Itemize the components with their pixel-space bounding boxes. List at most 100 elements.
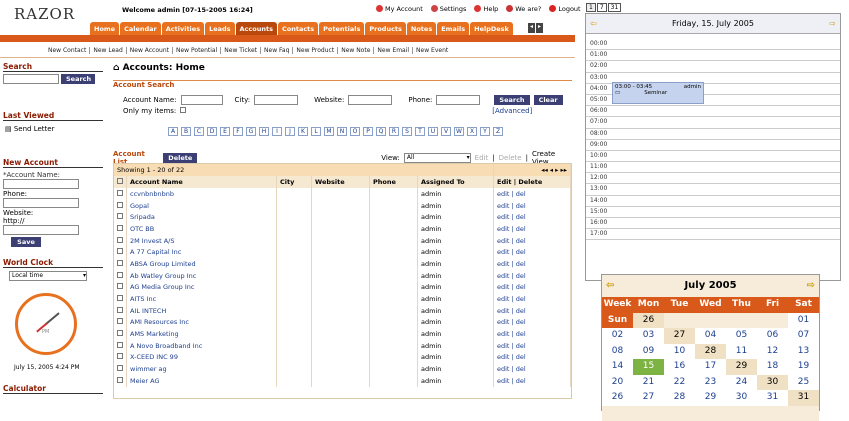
account-name-link[interactable]: ABSA Group Limited <box>127 258 277 270</box>
row-checkbox[interactable] <box>117 307 123 313</box>
day-cell[interactable]: 27 <box>633 390 664 406</box>
account-name-link[interactable]: Meier AG <box>127 375 277 387</box>
col-assigned-to[interactable]: Assigned To <box>418 176 494 188</box>
only-my-items-checkbox[interactable] <box>180 107 186 113</box>
row-checkbox[interactable] <box>117 272 123 278</box>
letter-filter-o[interactable]: O <box>350 127 360 136</box>
tab-helpdesk[interactable]: HelpDesk <box>470 22 513 35</box>
day-cell[interactable]: 05 <box>726 328 757 344</box>
edit-delete-links[interactable]: edit | del <box>494 270 571 282</box>
table-row[interactable]: Gopaladminedit | del <box>114 200 571 212</box>
tab-contacts[interactable]: Contacts <box>278 22 318 35</box>
row-checkbox[interactable] <box>117 330 123 336</box>
tab-emails[interactable]: Emails <box>437 22 469 35</box>
day-cell[interactable]: 08 <box>602 344 633 360</box>
tab-home[interactable]: Home <box>90 22 119 35</box>
day-cell[interactable]: 15 <box>633 359 664 375</box>
row-checkbox[interactable] <box>117 202 123 208</box>
account-name-field[interactable] <box>3 179 79 189</box>
letter-filter-n[interactable]: N <box>337 127 347 136</box>
row-checkbox[interactable] <box>117 225 123 231</box>
my-account-link[interactable]: My Account <box>376 5 423 13</box>
hour-slot[interactable]: 16:00 <box>586 218 840 229</box>
new-email-link[interactable]: New Email <box>374 47 413 54</box>
letter-filter-d[interactable]: D <box>207 127 217 136</box>
delete-view-link[interactable]: Delete <box>499 154 522 162</box>
letter-filter-g[interactable]: G <box>246 127 256 136</box>
tab-scroll-left-icon[interactable]: ◂ <box>528 23 535 33</box>
edit-delete-links[interactable]: edit | del <box>494 305 571 317</box>
table-row[interactable]: AMS Marketingadminedit | del <box>114 328 571 340</box>
day-cell[interactable]: 06 <box>757 328 788 344</box>
day-cell[interactable]: 29 <box>695 390 726 406</box>
letter-filter-b[interactable]: B <box>181 127 191 136</box>
letter-filter-y[interactable]: Y <box>480 127 490 136</box>
event-seminar[interactable]: 03:00 - 03:45admin▭Seminar <box>612 82 704 104</box>
account-name-link[interactable]: Sripada <box>127 211 277 223</box>
row-checkbox[interactable] <box>117 342 123 348</box>
letter-filter-s[interactable]: S <box>402 127 412 136</box>
tab-calendar[interactable]: Calendar <box>120 22 161 35</box>
sidebar-search-button[interactable]: Search <box>61 74 95 84</box>
save-button[interactable]: Save <box>11 237 41 247</box>
phone-search-field[interactable] <box>436 95 480 105</box>
letter-filter-l[interactable]: L <box>311 127 321 136</box>
we-are-link[interactable]: We are? <box>506 5 541 13</box>
table-row[interactable]: AITS Incadminedit | del <box>114 293 571 305</box>
row-checkbox[interactable] <box>117 353 123 359</box>
hour-slot[interactable]: 07:00 <box>586 117 840 128</box>
delete-button[interactable]: Delete <box>163 153 197 163</box>
day-cell[interactable]: 24 <box>726 375 757 391</box>
letter-filter-e[interactable]: E <box>220 127 230 136</box>
hour-slot[interactable]: 12:00 <box>586 173 840 184</box>
row-checkbox[interactable] <box>117 377 123 383</box>
new-faq-link[interactable]: New Faq <box>261 47 293 54</box>
account-name-link[interactable]: AG Media Group Inc <box>127 282 277 294</box>
day-cell[interactable]: 12 <box>757 344 788 360</box>
day-cell[interactable]: 18 <box>757 359 788 375</box>
letter-filter-a[interactable]: A <box>168 127 178 136</box>
edit-delete-links[interactable]: edit | del <box>494 200 571 212</box>
letter-filter-x[interactable]: X <box>467 127 477 136</box>
edit-delete-links[interactable]: edit | del <box>494 246 571 258</box>
hour-slot[interactable]: 10:00 <box>586 151 840 162</box>
hour-slot[interactable]: 14:00 <box>586 196 840 207</box>
account-name-link[interactable]: OTC BB <box>127 223 277 235</box>
letter-filter-w[interactable]: W <box>454 127 464 136</box>
edit-delete-links[interactable]: edit | del <box>494 317 571 329</box>
day-cell[interactable]: 11 <box>726 344 757 360</box>
hour-slot[interactable]: 09:00 <box>586 140 840 151</box>
website-field[interactable] <box>3 225 79 235</box>
day-cell[interactable]: 19 <box>788 359 819 375</box>
table-row[interactable]: AG Media Group Incadminedit | del <box>114 282 571 294</box>
phone-field[interactable] <box>3 198 79 208</box>
advanced-search-link[interactable]: [Advanced] <box>492 107 532 115</box>
tab-accounts[interactable]: Accounts <box>236 22 277 35</box>
week-view-button[interactable]: 7 <box>597 3 607 12</box>
row-checkbox[interactable] <box>117 213 123 219</box>
last-viewed-item[interactable]: ▤ Send Letter <box>3 125 105 133</box>
row-checkbox[interactable] <box>117 237 123 243</box>
edit-delete-links[interactable]: edit | del <box>494 293 571 305</box>
table-row[interactable]: Ab Watley Group Incadminedit | del <box>114 270 571 282</box>
settings-link[interactable]: Settings <box>431 5 467 13</box>
letter-filter-i[interactable]: I <box>272 127 282 136</box>
day-cell[interactable]: 21 <box>633 375 664 391</box>
letter-filter-f[interactable]: F <box>233 127 243 136</box>
hour-slot[interactable]: 13:00 <box>586 184 840 195</box>
hour-slot[interactable]: 15:00 <box>586 207 840 218</box>
account-name-link[interactable]: Ab Watley Group Inc <box>127 270 277 282</box>
tab-activities[interactable]: Activities <box>162 22 204 35</box>
new-note-link[interactable]: New Note <box>338 47 374 54</box>
account-name-link[interactable]: ccvnbnbnbnb <box>127 188 277 200</box>
table-row[interactable]: AIL INTECHadminedit | del <box>114 305 571 317</box>
month-view-button[interactable]: 31 <box>608 3 622 12</box>
row-checkbox[interactable] <box>117 318 123 324</box>
table-row[interactable]: AMI Resources Incadminedit | del <box>114 317 571 329</box>
account-name-link[interactable]: wimmer ag <box>127 363 277 375</box>
day-cell[interactable]: 25 <box>788 375 819 391</box>
day-cell[interactable]: 10 <box>664 344 695 360</box>
tab-scroll-right-icon[interactable]: ▸ <box>536 23 543 33</box>
table-row[interactable]: A Novo Broadband Incadminedit | del <box>114 340 571 352</box>
edit-delete-links[interactable]: edit | del <box>494 328 571 340</box>
